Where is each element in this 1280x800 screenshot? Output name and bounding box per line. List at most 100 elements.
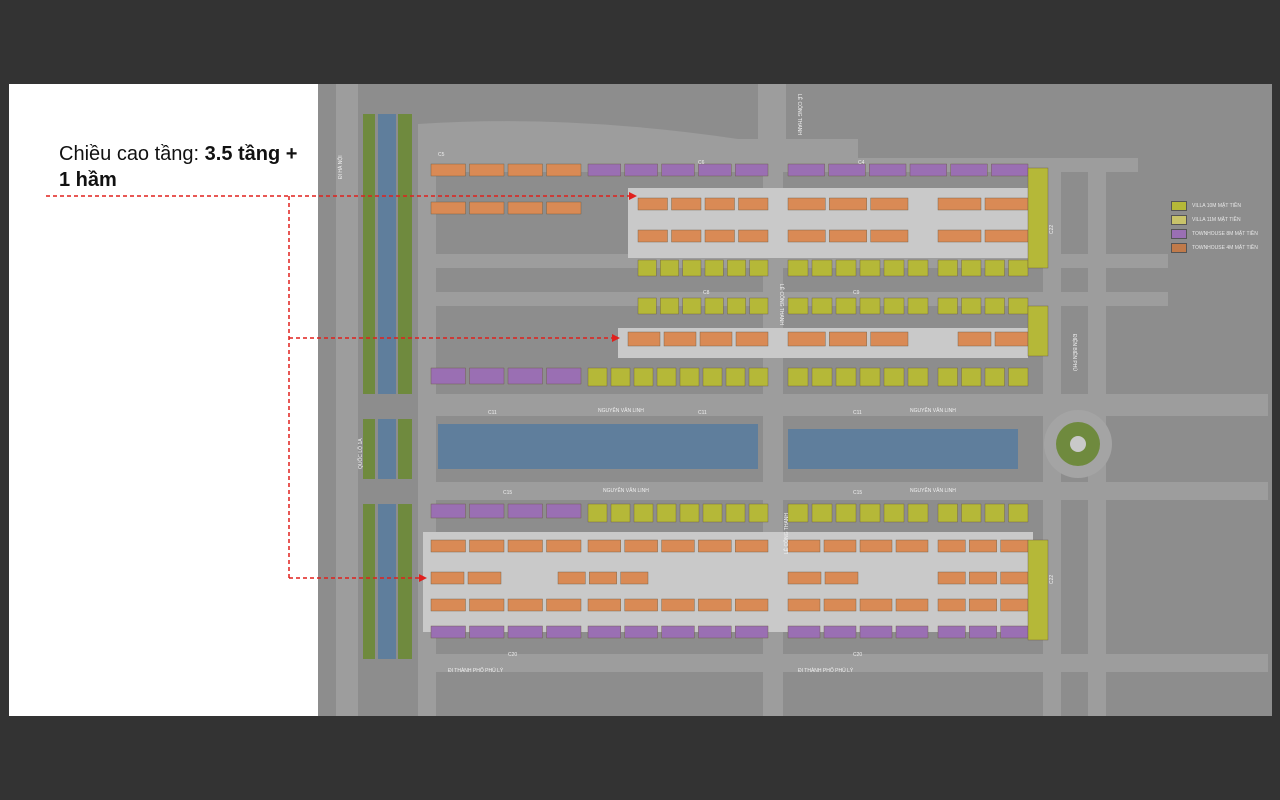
plot-row [507,201,543,215]
plot-row [671,229,702,243]
plot-row [1000,571,1029,585]
plot-row [957,331,992,347]
plot-row [671,197,702,211]
plot-row [507,539,543,553]
label-quoc-lo: QUỐC LỘ 1A [357,438,364,469]
plot-row [984,259,1005,277]
plot-row [699,331,733,347]
plot-row [698,598,732,612]
plot-row [829,229,867,243]
legend-swatch-townhouse8 [1171,229,1187,239]
site-plan-svg: ĐI HÀ NỘI QUỐC LỘ 1A NGUYỄN VĂN LINH NGU… [318,84,1272,716]
plot-row [507,163,543,177]
plot-row [637,197,668,211]
plot-row [546,201,582,215]
plot-row [430,625,466,639]
legend-item: TOWNHOUSE 4M MẶT TIỀN [1171,241,1258,255]
plot-row [735,625,769,639]
plot-row [660,259,679,277]
plot-row [430,503,466,519]
plot-row [469,163,505,177]
plot-row [1008,503,1029,523]
plot-row [969,625,997,639]
plot-row [702,503,723,523]
plot-row [587,503,608,523]
plot-row [660,297,679,315]
plot-row [787,503,809,523]
plot-row [704,229,735,243]
plot-row [661,598,695,612]
plot-row [620,571,649,585]
plot-row [627,331,661,347]
plot-row [895,625,929,639]
plot-row [835,367,857,387]
plot-row [984,297,1005,315]
plot-row [859,297,881,315]
plot-row [869,163,907,177]
plot-row [961,259,982,277]
plot-row [907,259,929,277]
plot-row [835,259,857,277]
label-nvl-2: NGUYỄN VĂN LINH [910,407,956,414]
plot-row [994,331,1029,347]
plot-row [624,539,658,553]
plot-row [725,503,746,523]
block-c15b: C15 [853,490,862,496]
plot-row [587,163,621,177]
plot-row [1027,539,1049,641]
plot-row [624,598,658,612]
plot-row [937,259,958,277]
legend-swatch-townhouse4 [1171,243,1187,253]
plot-row [1000,539,1029,553]
plot-row [907,367,929,387]
plot-row [430,163,466,177]
legend-item: TOWNHOUSE 8M MẶT TIỀN [1171,227,1258,241]
block-c5: C5 [438,152,445,158]
plot-row [937,297,958,315]
plot-row [546,539,582,553]
plot-row [787,297,809,315]
label-le-cong-thanh-bottom: LÊ CÔNG THANH [782,513,790,554]
plot-row [937,197,982,211]
plot-row [557,571,586,585]
plot-row [637,229,668,243]
plot-row [507,625,543,639]
plot-row [469,367,505,385]
plot-row [704,259,724,277]
plot-row [546,503,582,519]
plot-row [829,197,867,211]
legend-item: VILLA 10M MẶT TIỀN [1171,199,1258,213]
legend-swatch-villa11 [1171,215,1187,225]
plot-row [507,503,543,519]
plot-row [663,331,697,347]
plot-row [679,503,700,523]
plot-row [637,297,657,315]
plot-row [787,598,821,612]
plot-row [859,539,893,553]
plot-row [787,259,809,277]
plot-row [587,598,621,612]
roundabout [1044,410,1112,478]
plot-row [587,539,621,553]
plot-row [961,367,982,387]
label-le-cong-thanh-mid: LÊ CÔNG THANH [778,284,786,325]
plot-row [624,163,658,177]
plot-row [748,367,769,387]
plot-row [727,259,746,277]
legend-item: VILLA 11M MẶT TIỀN [1171,213,1258,227]
plot-row [969,539,997,553]
plot-row [811,297,833,315]
plot-row [961,503,982,523]
master-plan-map: ĐI HÀ NỘI QUỐC LỘ 1A NGUYỄN VĂN LINH NGU… [318,84,1272,716]
label-nvl-4: NGUYỄN VĂN LINH [910,487,956,494]
legend-label: VILLA 11M MẶT TIỀN [1192,217,1241,223]
plot-row [937,598,966,612]
plot-row [610,503,631,523]
plot-row [1027,167,1049,269]
plot-row [787,229,826,243]
block-c20a: C20 [508,652,517,658]
plot-row [725,367,746,387]
plot-row [546,598,582,612]
block-c9: C9 [853,290,860,296]
legend-swatch-villa10 [1171,201,1187,211]
